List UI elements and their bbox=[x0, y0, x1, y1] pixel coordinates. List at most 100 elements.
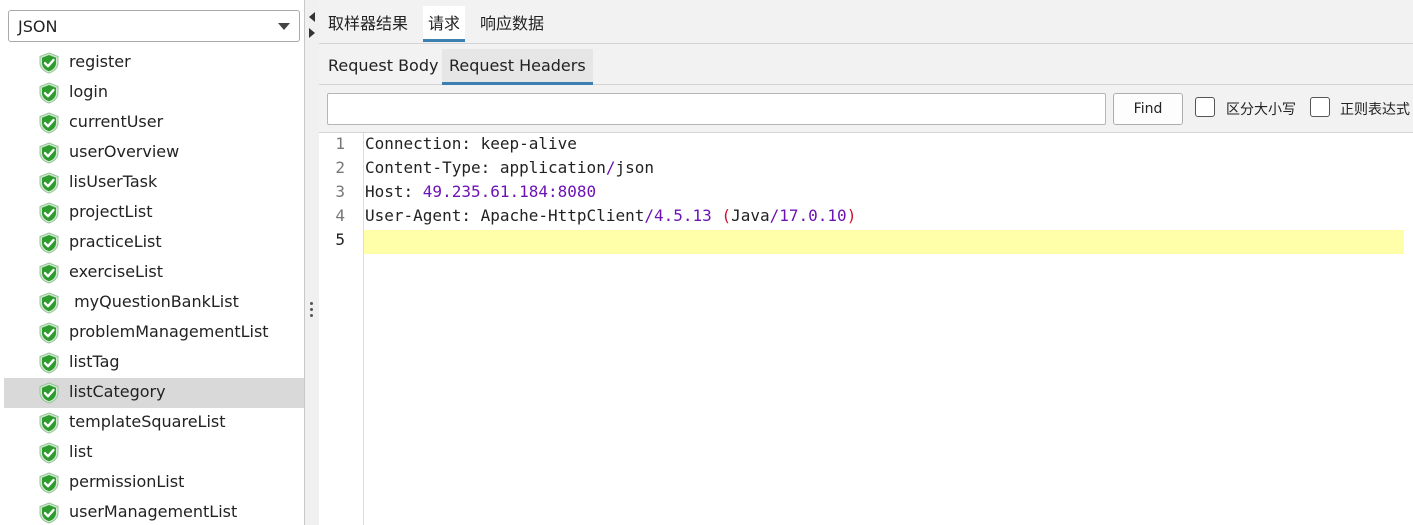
tab-label: 响应数据 bbox=[480, 14, 545, 33]
sampler-item-label: userOverview bbox=[69, 142, 180, 161]
find-button[interactable]: Find bbox=[1113, 93, 1183, 125]
renderer-select[interactable]: JSON bbox=[8, 10, 300, 42]
header-value: Apache-HttpClient bbox=[480, 206, 645, 225]
sampler-item[interactable]: practiceList bbox=[4, 228, 304, 258]
version-token: 4.5.13 bbox=[654, 206, 712, 225]
collapse-left-icon[interactable] bbox=[309, 12, 315, 22]
sampler-item-label: currentUser bbox=[69, 112, 164, 131]
sampler-item-label: login bbox=[69, 82, 108, 101]
sampler-item[interactable]: listCategory bbox=[4, 378, 304, 408]
success-shield-icon bbox=[39, 202, 59, 224]
grip-dot-icon bbox=[310, 314, 313, 317]
header-key: Content-Type bbox=[365, 158, 481, 177]
sampler-item-label: exerciseList bbox=[69, 262, 163, 281]
line-number: 2 bbox=[335, 158, 345, 177]
code-line: Connection: keep-alive bbox=[365, 134, 577, 153]
header-value: application bbox=[499, 158, 606, 177]
success-shield-icon bbox=[39, 502, 59, 524]
success-shield-icon bbox=[39, 232, 59, 254]
case-sensitive-checkbox[interactable] bbox=[1195, 97, 1215, 117]
code-line: Host: 49.235.61.184:8080 bbox=[365, 182, 596, 201]
header-separator: : bbox=[461, 134, 481, 153]
header-value: keep-alive bbox=[480, 134, 577, 153]
sampler-item-label: practiceList bbox=[69, 232, 162, 251]
sampler-item[interactable]: currentUser bbox=[4, 108, 304, 138]
line-number: 4 bbox=[335, 206, 345, 225]
headers-editor[interactable]: 1 2 3 4 5 Connection: keep-alive Content… bbox=[319, 133, 1413, 525]
sampler-item[interactable]: listTag bbox=[4, 348, 304, 378]
request-subtabs: Request Body Request Headers bbox=[319, 44, 1413, 85]
line-number-gutter: 1 2 3 4 5 bbox=[319, 133, 364, 525]
sampler-item[interactable]: userManagementList bbox=[4, 498, 304, 525]
sampler-item[interactable]: register bbox=[4, 48, 304, 78]
line-number-current: 5 bbox=[335, 230, 345, 249]
success-shield-icon bbox=[39, 412, 59, 434]
sampler-item-label: userManagementList bbox=[69, 502, 238, 521]
header-separator: : bbox=[480, 158, 500, 177]
split-pane-handle[interactable] bbox=[305, 0, 319, 525]
success-shield-icon bbox=[39, 142, 59, 164]
success-shield-icon bbox=[39, 472, 59, 494]
success-shield-icon bbox=[39, 172, 59, 194]
sampler-result-list: register login currentUser userOverview lisU… bbox=[4, 48, 304, 525]
header-separator: : bbox=[403, 182, 423, 201]
collapse-right-icon[interactable] bbox=[309, 28, 315, 38]
tab-request-headers[interactable]: Request Headers bbox=[442, 49, 593, 85]
header-value: json bbox=[615, 158, 654, 177]
java-token: Java bbox=[731, 206, 770, 225]
sampler-item[interactable]: projectList bbox=[4, 198, 304, 228]
tab-label: Request Body bbox=[328, 56, 439, 75]
sampler-item[interactable]: problemManagementList bbox=[4, 318, 304, 348]
success-shield-icon bbox=[39, 52, 59, 74]
header-key: User-Agent bbox=[365, 206, 462, 225]
sampler-item-label: myQuestionBankList bbox=[69, 292, 239, 311]
search-bar: Find 区分大小写 正则表达式 bbox=[319, 85, 1413, 133]
chevron-down-icon[interactable] bbox=[278, 23, 290, 30]
success-shield-icon bbox=[39, 292, 59, 314]
search-input[interactable] bbox=[327, 93, 1106, 125]
header-separator: : bbox=[461, 206, 481, 225]
code-line: Content-Type: application/json bbox=[365, 158, 654, 177]
sampler-item-label: lisUserTask bbox=[69, 172, 158, 191]
success-shield-icon bbox=[39, 82, 59, 104]
renderer-select-value: JSON bbox=[18, 17, 58, 36]
slash-token: / bbox=[769, 206, 780, 225]
success-shield-icon bbox=[39, 322, 59, 344]
paren-token: ) bbox=[846, 206, 857, 225]
tab-label: 取样器结果 bbox=[328, 14, 409, 33]
success-shield-icon bbox=[39, 382, 59, 404]
header-key: Connection bbox=[365, 134, 462, 153]
sampler-item-label: listCategory bbox=[69, 382, 166, 401]
tab-label: Request Headers bbox=[449, 56, 586, 75]
sampler-item[interactable]: list bbox=[4, 438, 304, 468]
sampler-item[interactable]: permissionList bbox=[4, 468, 304, 498]
sampler-item-label: templateSquareList bbox=[69, 412, 226, 431]
success-shield-icon bbox=[39, 262, 59, 284]
sampler-item[interactable]: templateSquareList bbox=[4, 408, 304, 438]
tab-request-body[interactable]: Request Body bbox=[321, 49, 445, 85]
regex-checkbox[interactable] bbox=[1310, 97, 1330, 117]
result-tabs: 取样器结果 请求 响应数据 bbox=[319, 0, 1413, 44]
tab-response-data[interactable]: 响应数据 bbox=[475, 6, 549, 42]
sampler-item-label: permissionList bbox=[69, 472, 185, 491]
tab-sampler-result[interactable]: 取样器结果 bbox=[323, 6, 413, 42]
version-token: 17.0.10 bbox=[779, 206, 847, 225]
tab-request[interactable]: 请求 bbox=[423, 6, 466, 42]
active-tab-indicator bbox=[423, 39, 466, 42]
sampler-item-label: register bbox=[69, 52, 131, 71]
sampler-item[interactable]: login bbox=[4, 78, 304, 108]
sampler-item[interactable]: userOverview bbox=[4, 138, 304, 168]
sampler-item[interactable]: lisUserTask bbox=[4, 168, 304, 198]
sampler-item[interactable]: exerciseList bbox=[4, 258, 304, 288]
case-sensitive-label: 区分大小写 bbox=[1226, 102, 1296, 118]
success-shield-icon bbox=[39, 442, 59, 464]
header-key: Host bbox=[365, 182, 404, 201]
tab-label: 请求 bbox=[428, 14, 461, 33]
regex-label: 正则表达式 bbox=[1340, 102, 1410, 118]
sampler-item[interactable]: myQuestionBankList bbox=[4, 288, 304, 318]
sampler-tree-panel: JSON register login currentUser userOvervie… bbox=[0, 0, 304, 525]
grip-dot-icon bbox=[310, 302, 313, 305]
header-value: 49.235.61.184:8080 bbox=[422, 182, 597, 201]
success-shield-icon bbox=[39, 112, 59, 134]
